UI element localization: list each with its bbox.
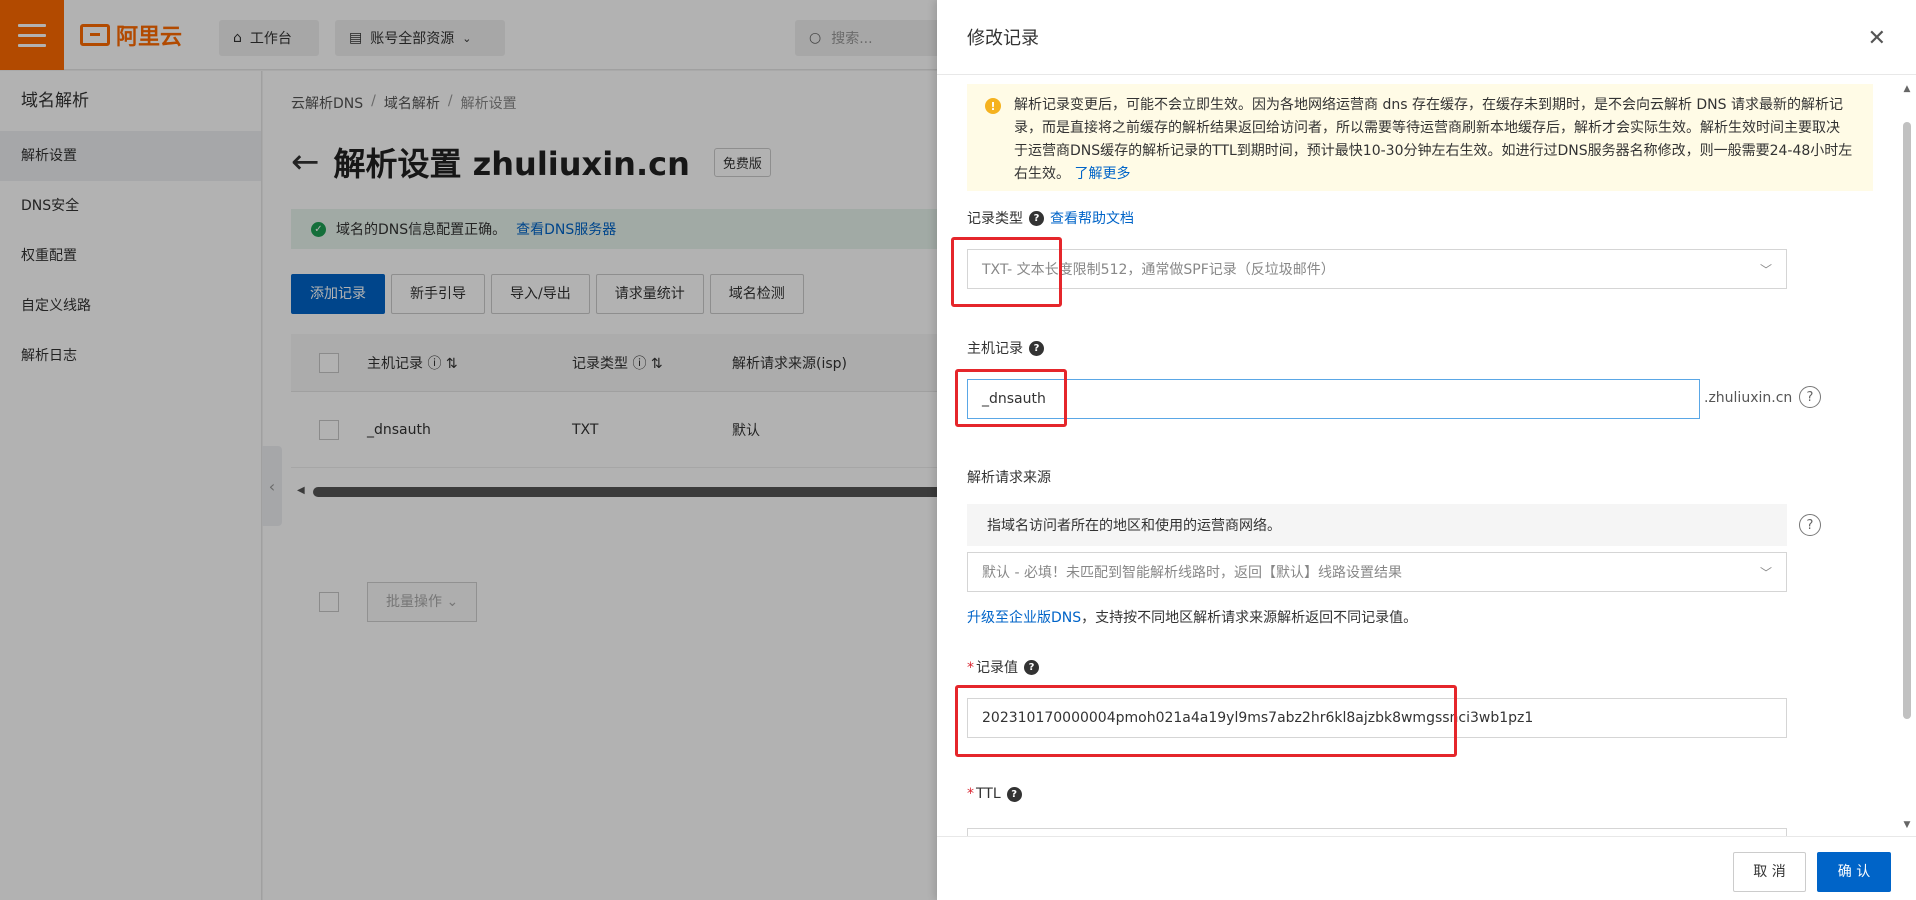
record-value-label: * 记录值 ? — [967, 657, 1039, 677]
domain-suffix: .zhuliuxin.cn — [1704, 390, 1793, 406]
source-label: 解析请求来源 — [967, 470, 1051, 486]
edit-record-drawer: 修改记录 ✕ ! 解析记录变更后，可能不会立即生效。因为各地网络运营商 dns … — [937, 0, 1916, 900]
highlight-box — [955, 685, 1457, 757]
learn-more-link[interactable]: 了解更多 — [1074, 166, 1130, 182]
chevron-down-icon: ﹀ — [1759, 566, 1772, 580]
help-icon[interactable]: ? — [1024, 659, 1039, 675]
confirm-button[interactable]: 确 认 — [1817, 852, 1891, 892]
cancel-button[interactable]: 取 消 — [1733, 852, 1806, 892]
ttl-label: * TTL ? — [967, 786, 1022, 802]
source-value: 默认 - 必填！未匹配到智能解析线路时，返回【默认】线路设置结果 — [982, 565, 1402, 581]
upgrade-text: ，支持按不同地区解析请求来源解析返回不同记录值。 — [1081, 610, 1418, 626]
warning-icon: ! — [985, 98, 1001, 114]
question-circle-icon[interactable]: ? — [1799, 386, 1821, 408]
source-select[interactable]: 默认 - 必填！未匹配到智能解析线路时，返回【默认】线路设置结果 ﹀ — [967, 552, 1787, 592]
help-doc-link[interactable]: 查看帮助文档 — [1050, 208, 1134, 228]
record-type-label: 记录类型 ? 查看帮助文档 — [967, 208, 1134, 228]
warning-text: 解析记录变更后，可能不会立即生效。因为各地网络运营商 dns 存在缓存，在缓存未… — [1014, 97, 1853, 182]
help-icon[interactable]: ? — [1006, 786, 1022, 802]
modal-overlay[interactable] — [0, 0, 937, 900]
scroll-up-icon[interactable]: ▲ — [1902, 84, 1912, 94]
record-type-select[interactable]: TXT- 文本长度限制512，通常做SPF记录（反垃圾邮件） ﹀ — [967, 249, 1787, 289]
drawer-footer: 取 消 确 认 — [937, 836, 1916, 900]
host-input[interactable]: _dnsauth — [967, 379, 1700, 419]
source-hint: 指域名访问者所在的地区和使用的运营商网络。 — [967, 504, 1787, 546]
vertical-scrollbar[interactable]: ▲ ▼ — [1902, 84, 1912, 830]
scroll-thumb[interactable] — [1903, 122, 1911, 719]
help-icon[interactable]: ? — [1029, 210, 1044, 226]
close-icon[interactable]: ✕ — [1868, 28, 1886, 50]
question-circle-icon[interactable]: ? — [1799, 514, 1821, 536]
highlight-box — [955, 369, 1067, 427]
drawer-title: 修改记录 — [937, 0, 1916, 75]
ttl-select[interactable] — [967, 828, 1787, 836]
cache-warning-notice: ! 解析记录变更后，可能不会立即生效。因为各地网络运营商 dns 存在缓存，在缓… — [967, 84, 1873, 191]
highlight-box — [951, 237, 1062, 307]
help-icon[interactable]: ? — [1029, 340, 1044, 356]
upgrade-link[interactable]: 升级至企业版DNS — [967, 610, 1081, 626]
drawer-body: ! 解析记录变更后，可能不会立即生效。因为各地网络运营商 dns 存在缓存，在缓… — [937, 76, 1916, 836]
chevron-down-icon: ﹀ — [1759, 263, 1772, 277]
host-label: 主机记录 ? — [967, 338, 1044, 358]
upgrade-note: 升级至企业版DNS，支持按不同地区解析请求来源解析返回不同记录值。 — [967, 607, 1417, 627]
scroll-down-icon[interactable]: ▼ — [1902, 820, 1912, 830]
